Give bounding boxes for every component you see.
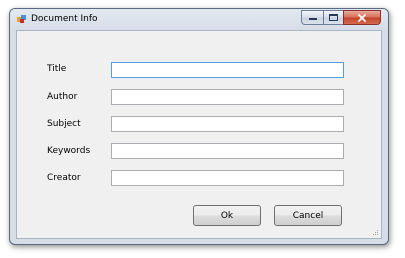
minimize-button[interactable] bbox=[301, 10, 323, 25]
caption-buttons bbox=[301, 10, 381, 25]
subject-label: Subject bbox=[47, 119, 81, 129]
subject-field[interactable] bbox=[111, 116, 344, 132]
title-label: Title bbox=[47, 64, 67, 74]
title-bar[interactable]: Document Info bbox=[10, 9, 388, 30]
ok-button[interactable]: Ok bbox=[193, 205, 261, 226]
close-icon bbox=[358, 13, 366, 22]
title-field[interactable] bbox=[111, 62, 344, 78]
creator-label: Creator bbox=[47, 173, 81, 183]
maximize-button[interactable] bbox=[323, 10, 343, 25]
cancel-button[interactable]: Cancel bbox=[274, 205, 342, 226]
close-button[interactable] bbox=[343, 10, 381, 25]
app-icon bbox=[17, 15, 26, 23]
minimize-icon bbox=[308, 17, 317, 20]
resize-grip-icon[interactable] bbox=[371, 228, 379, 236]
window-title: Document Info bbox=[31, 14, 98, 24]
author-field[interactable] bbox=[111, 89, 344, 105]
creator-field[interactable] bbox=[111, 170, 344, 186]
keywords-label: Keywords bbox=[47, 146, 91, 156]
dialog-body: Title Author Subject Keywords Creator Ok… bbox=[16, 30, 382, 239]
author-label: Author bbox=[47, 92, 78, 102]
maximize-icon bbox=[329, 14, 338, 21]
document-info-window: Document Info Title Author Subject Keywo… bbox=[9, 8, 389, 245]
keywords-field[interactable] bbox=[111, 143, 344, 159]
